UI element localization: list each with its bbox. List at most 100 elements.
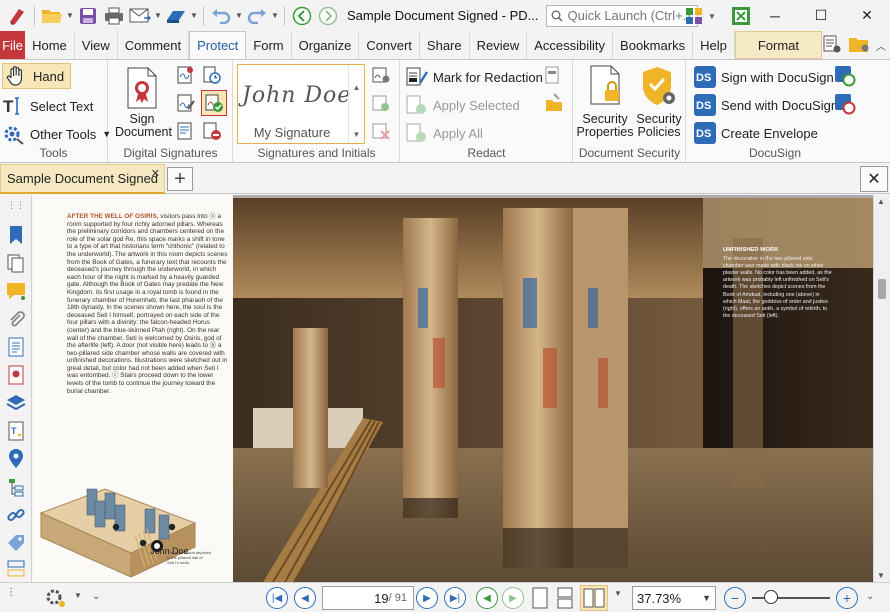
- zoom-in-button[interactable]: +: [836, 587, 858, 609]
- close-button[interactable]: ✕: [844, 0, 890, 31]
- chevron-down-icon[interactable]: ▼: [614, 589, 622, 598]
- tab-bookmarks[interactable]: Bookmarks: [613, 31, 694, 59]
- new-tab-button[interactable]: +: [167, 167, 193, 191]
- sign-with-docusign-button[interactable]: DS Sign with DocuSign: [693, 64, 834, 90]
- security-policies-button[interactable]: Security Policies: [632, 64, 686, 139]
- previous-view-button[interactable]: ◀: [476, 587, 498, 609]
- scrollbar-thumb[interactable]: [878, 279, 886, 299]
- close-document-button[interactable]: ✕: [860, 166, 888, 192]
- tab-convert[interactable]: Convert: [359, 31, 420, 59]
- apply-selected-button[interactable]: Apply Selected: [405, 92, 520, 118]
- pages-icon[interactable]: [4, 251, 28, 275]
- fit-window-icon[interactable]: [730, 5, 752, 27]
- scroll-down-icon[interactable]: ▼: [877, 571, 885, 580]
- other-tools-button[interactable]: Other Tools ▼: [2, 121, 111, 147]
- signature-check-icon[interactable]: [370, 92, 392, 114]
- chevron-down-icon[interactable]: ▼: [353, 130, 361, 139]
- next-view-button[interactable]: ▶: [502, 587, 524, 609]
- signature-remove-icon[interactable]: [370, 120, 392, 142]
- last-page-button[interactable]: ▶|: [444, 587, 466, 609]
- single-page-icon[interactable]: [530, 587, 550, 612]
- first-page-button[interactable]: |◀: [266, 587, 288, 609]
- create-envelope-button[interactable]: DS Create Envelope: [693, 120, 818, 146]
- double-chevron-down-icon[interactable]: ⌄: [866, 591, 874, 602]
- scan-icon[interactable]: [163, 4, 189, 28]
- double-chevron-down-icon[interactable]: ⌄: [92, 591, 100, 602]
- redaction-properties-icon[interactable]: [543, 92, 565, 114]
- minimize-button[interactable]: ─: [752, 0, 798, 31]
- close-tab-icon[interactable]: ✕: [151, 167, 160, 180]
- back-arrow-icon[interactable]: [289, 4, 315, 28]
- chevron-down-icon[interactable]: ▼: [234, 11, 244, 20]
- facing-pages-button[interactable]: [580, 585, 608, 611]
- signature-time-icon[interactable]: [201, 64, 223, 86]
- location-icon[interactable]: [4, 447, 28, 471]
- signature-gallery[interactable]: John Doe My Signature ▲ ▼: [237, 64, 365, 144]
- gear-icon[interactable]: [44, 587, 68, 612]
- content-icon[interactable]: T: [4, 419, 28, 443]
- tab-home[interactable]: Home: [25, 31, 75, 59]
- chevron-down-icon[interactable]: ▼: [153, 11, 163, 20]
- hand-tool-button[interactable]: Hand: [2, 63, 72, 89]
- bookmarks-icon[interactable]: [4, 223, 28, 247]
- tab-protect[interactable]: Protect: [189, 31, 247, 59]
- tools-palette-icon[interactable]: [684, 5, 706, 27]
- chevron-down-icon[interactable]: ▼: [708, 12, 716, 21]
- attachments-icon[interactable]: [4, 307, 28, 331]
- document-properties-icon[interactable]: [822, 34, 842, 57]
- validate-all-signatures-button[interactable]: [201, 90, 227, 116]
- open-folder-icon[interactable]: [39, 4, 65, 28]
- tags-icon[interactable]: [4, 531, 28, 555]
- tab-comment[interactable]: Comment: [118, 31, 190, 59]
- signature-properties-icon[interactable]: [175, 92, 197, 114]
- grip-icon[interactable]: ⋮: [6, 587, 16, 598]
- tab-view[interactable]: View: [75, 31, 118, 59]
- undo-icon[interactable]: [208, 4, 234, 28]
- links-icon[interactable]: [4, 503, 28, 527]
- validate-signatures-icon[interactable]: [175, 64, 197, 86]
- maximize-button[interactable]: ☐: [798, 0, 844, 31]
- zoom-slider-thumb[interactable]: [764, 590, 778, 604]
- vertical-scrollbar[interactable]: ▲ ▼: [873, 195, 890, 582]
- tab-file[interactable]: File: [0, 31, 26, 59]
- comments-icon[interactable]: [4, 279, 28, 303]
- select-text-button[interactable]: T Select Text: [2, 93, 93, 119]
- chevron-down-icon[interactable]: ▼: [65, 11, 75, 20]
- print-icon[interactable]: [101, 4, 127, 28]
- security-properties-button[interactable]: Security Properties: [576, 64, 634, 139]
- scroll-up-icon[interactable]: ▲: [877, 197, 885, 206]
- remove-signature-icon[interactable]: [201, 120, 223, 142]
- page-number-input[interactable]: 19 / 91: [322, 586, 414, 610]
- next-page-button[interactable]: ▶: [416, 587, 438, 609]
- quick-launch-input[interactable]: Quick Launch (Ctrl+.): [546, 4, 699, 27]
- continuous-page-icon[interactable]: [555, 587, 575, 612]
- fields-icon[interactable]: [4, 557, 28, 581]
- tab-help[interactable]: Help: [693, 31, 735, 59]
- tab-share[interactable]: Share: [420, 31, 470, 59]
- tab-review[interactable]: Review: [470, 31, 528, 59]
- chevron-up-icon[interactable]: ▲: [353, 83, 361, 92]
- sign-document-button[interactable]: Sign Document: [115, 66, 172, 139]
- sidebar-grip[interactable]: ⋮⋮: [4, 199, 28, 211]
- tab-accessibility[interactable]: Accessibility: [527, 31, 614, 59]
- previous-page-button[interactable]: ◀: [294, 587, 316, 609]
- zoom-out-button[interactable]: −: [724, 587, 746, 609]
- chevron-down-icon[interactable]: ▼: [270, 11, 280, 20]
- docusign-status-icon[interactable]: [833, 92, 857, 116]
- mark-for-redaction-button[interactable]: Mark for Redaction: [405, 64, 543, 90]
- zoom-level-select[interactable]: 37.73% ▼: [632, 586, 716, 610]
- folder-settings-icon[interactable]: [848, 34, 870, 57]
- save-icon[interactable]: [75, 4, 101, 28]
- send-with-docusign-button[interactable]: DS Send with DocuSign: [693, 92, 838, 118]
- tab-organize[interactable]: Organize: [292, 31, 360, 59]
- gallery-scroll[interactable]: ▲ ▼: [348, 65, 364, 143]
- layers-icon[interactable]: [4, 391, 28, 415]
- search-redact-icon[interactable]: [543, 64, 565, 86]
- signatures-panel-icon[interactable]: [4, 363, 28, 387]
- document-view[interactable]: After the well of Osiris, visitors pass …: [33, 195, 873, 582]
- document-tab[interactable]: Sample Document Signed ✕: [0, 164, 165, 194]
- email-icon[interactable]: [127, 4, 153, 28]
- docusign-refresh-icon[interactable]: [833, 64, 857, 88]
- tab-form[interactable]: Form: [246, 31, 292, 59]
- chevron-down-icon[interactable]: ▼: [74, 591, 82, 600]
